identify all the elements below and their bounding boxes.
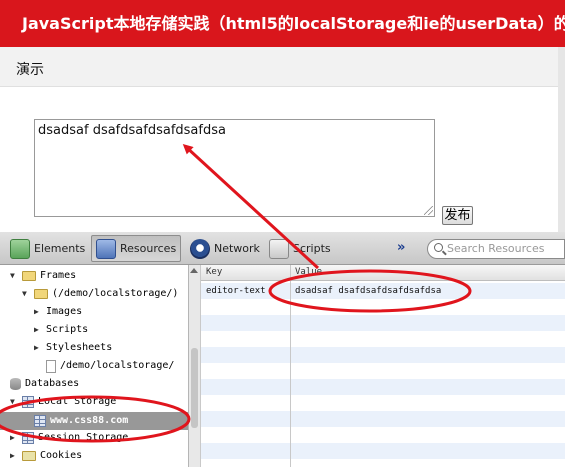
tree-item-cookies[interactable]: ▶ Cookies xyxy=(10,448,82,464)
search-resources-input[interactable]: Search Resources xyxy=(427,239,565,259)
tree-label: Cookies xyxy=(40,450,83,461)
expand-triangle-icon[interactable]: ▼ xyxy=(22,286,30,302)
more-panels-chevron-icon[interactable]: » xyxy=(397,240,405,255)
table-row xyxy=(201,411,565,427)
tab-elements[interactable]: Elements xyxy=(6,235,89,262)
demo-label: 演示 xyxy=(16,62,44,78)
editor-text: dsadsaf dsafdsafdsafdsafdsa xyxy=(38,123,226,138)
column-header-value[interactable]: Value xyxy=(295,267,322,277)
tree-label: Images xyxy=(46,306,83,317)
tree-label: Local Storage xyxy=(38,396,117,407)
tree-item-stylesheets[interactable]: ▶ Stylesheets xyxy=(34,340,112,356)
tree-label: Databases xyxy=(25,378,80,389)
tree-label: Stylesheets xyxy=(46,342,113,353)
tree-item-session-storage[interactable]: ▶ Session Storage xyxy=(10,430,128,446)
tab-network-label: Network xyxy=(214,242,260,255)
database-icon xyxy=(10,378,21,390)
tab-scripts-label: Scripts xyxy=(293,242,331,255)
table-row xyxy=(201,427,565,443)
storage-table-header: Key Value xyxy=(201,265,565,281)
table-row xyxy=(201,443,565,459)
tree-item-images[interactable]: ▶ Images xyxy=(34,304,82,320)
table-row[interactable]: editor-text dsadsaf dsafdsafdsafdsafdsa xyxy=(201,283,565,299)
tree-label: Session Storage xyxy=(38,432,129,443)
article-title-banner: JavaScript本地存储实践（html5的localStorage和ie的u… xyxy=(0,0,565,47)
tree-item-local-storage[interactable]: ▼ Local Storage xyxy=(10,394,116,410)
tree-label: /demo/localstorage/ xyxy=(60,360,175,371)
storage-grid-icon xyxy=(34,415,46,427)
tree-item-scripts[interactable]: ▶ Scripts xyxy=(34,322,88,338)
tab-scripts[interactable]: Scripts xyxy=(265,235,335,262)
tab-elements-label: Elements xyxy=(34,242,86,255)
resources-icon xyxy=(96,238,116,259)
tree-item-local-storage-origin[interactable]: www.css88.com xyxy=(34,413,128,429)
page-scrollbar[interactable] xyxy=(558,47,565,232)
collapse-triangle-icon[interactable]: ▶ xyxy=(34,340,42,356)
network-icon xyxy=(190,238,210,259)
expand-triangle-icon[interactable]: ▼ xyxy=(10,394,18,410)
tree-item-frames[interactable]: ▼ Frames xyxy=(10,268,76,284)
cell-key: editor-text xyxy=(206,286,266,296)
tree-label: Scripts xyxy=(46,324,89,335)
storage-grid-icon xyxy=(22,432,34,444)
scripts-icon xyxy=(269,238,289,259)
resize-grip-icon[interactable] xyxy=(424,206,433,215)
folder-icon xyxy=(22,271,36,281)
table-row xyxy=(201,363,565,379)
tab-network[interactable]: Network xyxy=(186,235,264,262)
scroll-up-arrow-icon[interactable] xyxy=(190,268,198,273)
folder-icon xyxy=(34,289,48,299)
tree-label: Frames xyxy=(40,270,77,281)
collapse-triangle-icon[interactable]: ▶ xyxy=(10,430,18,446)
tab-resources-label: Resources xyxy=(120,242,177,255)
document-icon xyxy=(46,359,56,373)
tree-item-frame[interactable]: ▼ (/demo/localstorage/) xyxy=(22,286,178,302)
column-header-key[interactable]: Key xyxy=(206,267,222,277)
table-row xyxy=(201,331,565,347)
tree-item-databases[interactable]: Databases xyxy=(10,376,79,392)
table-row xyxy=(201,379,565,395)
collapse-triangle-icon[interactable]: ▶ xyxy=(34,322,42,338)
storage-grid-icon xyxy=(22,396,34,408)
table-row xyxy=(201,299,565,315)
search-icon xyxy=(434,243,443,252)
column-divider xyxy=(290,265,291,467)
publish-button[interactable]: 发布 xyxy=(442,206,473,225)
editor-textarea[interactable]: dsadsaf dsafdsafdsafdsafdsa xyxy=(34,119,435,217)
table-row xyxy=(201,395,565,411)
demo-header: 演示 xyxy=(0,47,565,87)
collapse-triangle-icon[interactable]: ▶ xyxy=(10,448,18,464)
table-row xyxy=(201,347,565,363)
article-title: JavaScript本地存储实践（html5的localStorage和ie的u… xyxy=(22,14,565,33)
tab-resources[interactable]: Resources xyxy=(91,235,182,262)
search-placeholder: Search Resources xyxy=(447,242,545,255)
collapse-triangle-icon[interactable]: ▶ xyxy=(34,304,42,320)
tree-label: (/demo/localstorage/) xyxy=(52,288,179,299)
cookie-icon xyxy=(22,451,36,461)
expand-triangle-icon[interactable]: ▼ xyxy=(10,268,18,284)
tree-label: www.css88.com xyxy=(50,415,129,426)
table-row xyxy=(201,315,565,331)
scrollbar-thumb[interactable] xyxy=(191,348,198,428)
cell-value: dsadsaf dsafdsafdsafdsafdsa xyxy=(295,286,442,296)
tree-item-page[interactable]: /demo/localstorage/ xyxy=(46,358,174,374)
elements-icon xyxy=(10,238,30,259)
